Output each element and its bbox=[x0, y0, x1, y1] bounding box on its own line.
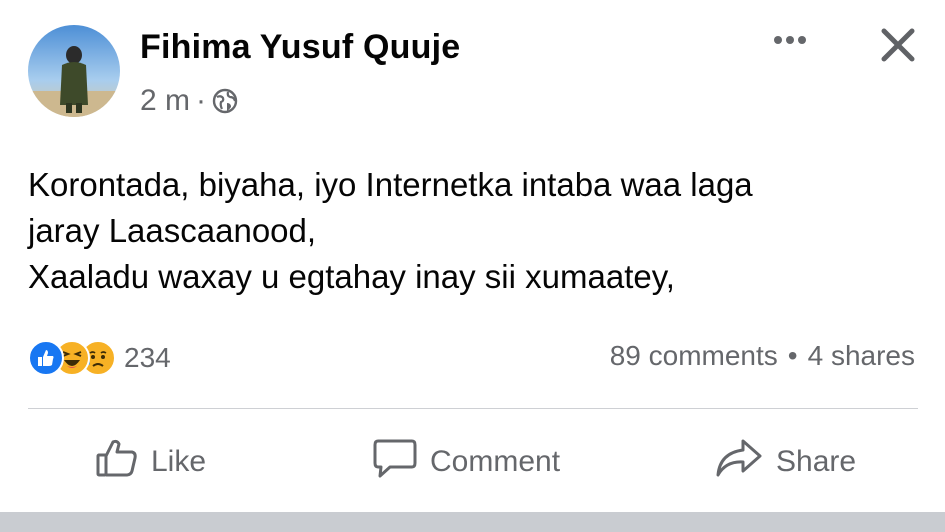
share-icon bbox=[714, 437, 764, 487]
like-icon bbox=[28, 340, 64, 376]
like-button[interactable]: Like bbox=[95, 438, 206, 486]
feed-separator bbox=[0, 512, 945, 532]
author-name[interactable]: Fihima Yusuf Quuje bbox=[140, 28, 460, 67]
post-text-line: Korontada, biyaha, iyo Internetka intaba… bbox=[28, 166, 753, 203]
divider bbox=[28, 408, 918, 409]
like-label: Like bbox=[151, 445, 207, 478]
comment-button[interactable]: Comment bbox=[372, 438, 560, 486]
post-card: Fihima Yusuf Quuje 2 m · Korontada, biya… bbox=[0, 0, 945, 512]
reaction-count[interactable]: 234 bbox=[124, 342, 171, 374]
reaction-summary[interactable]: 234 bbox=[28, 338, 171, 378]
post-text-line: Xaaladu waxay u egtahay inay sii xumaate… bbox=[28, 258, 675, 295]
avatar[interactable] bbox=[28, 25, 120, 117]
shares-count[interactable]: 4 shares bbox=[808, 340, 915, 372]
post-time[interactable]: 2 m bbox=[140, 84, 190, 118]
globe-icon[interactable] bbox=[212, 88, 238, 114]
comments-count[interactable]: 89 comments bbox=[610, 340, 778, 372]
post-meta: 2 m · bbox=[140, 84, 238, 118]
close-icon[interactable] bbox=[878, 25, 918, 65]
comment-label: Comment bbox=[430, 445, 561, 478]
engagement-stats: 89 comments • 4 shares bbox=[610, 340, 915, 372]
share-label: Share bbox=[776, 445, 857, 478]
more-icon[interactable] bbox=[770, 30, 810, 50]
meta-separator: · bbox=[196, 84, 207, 117]
post-text: Korontada, biyaha, iyo Internetka intaba… bbox=[28, 162, 918, 300]
like-icon bbox=[95, 438, 139, 486]
share-button[interactable]: Share bbox=[714, 438, 856, 486]
comment-icon bbox=[372, 437, 418, 487]
post-text-line: jaray Laascaanood, bbox=[28, 212, 317, 249]
stats-separator: • bbox=[787, 340, 798, 371]
